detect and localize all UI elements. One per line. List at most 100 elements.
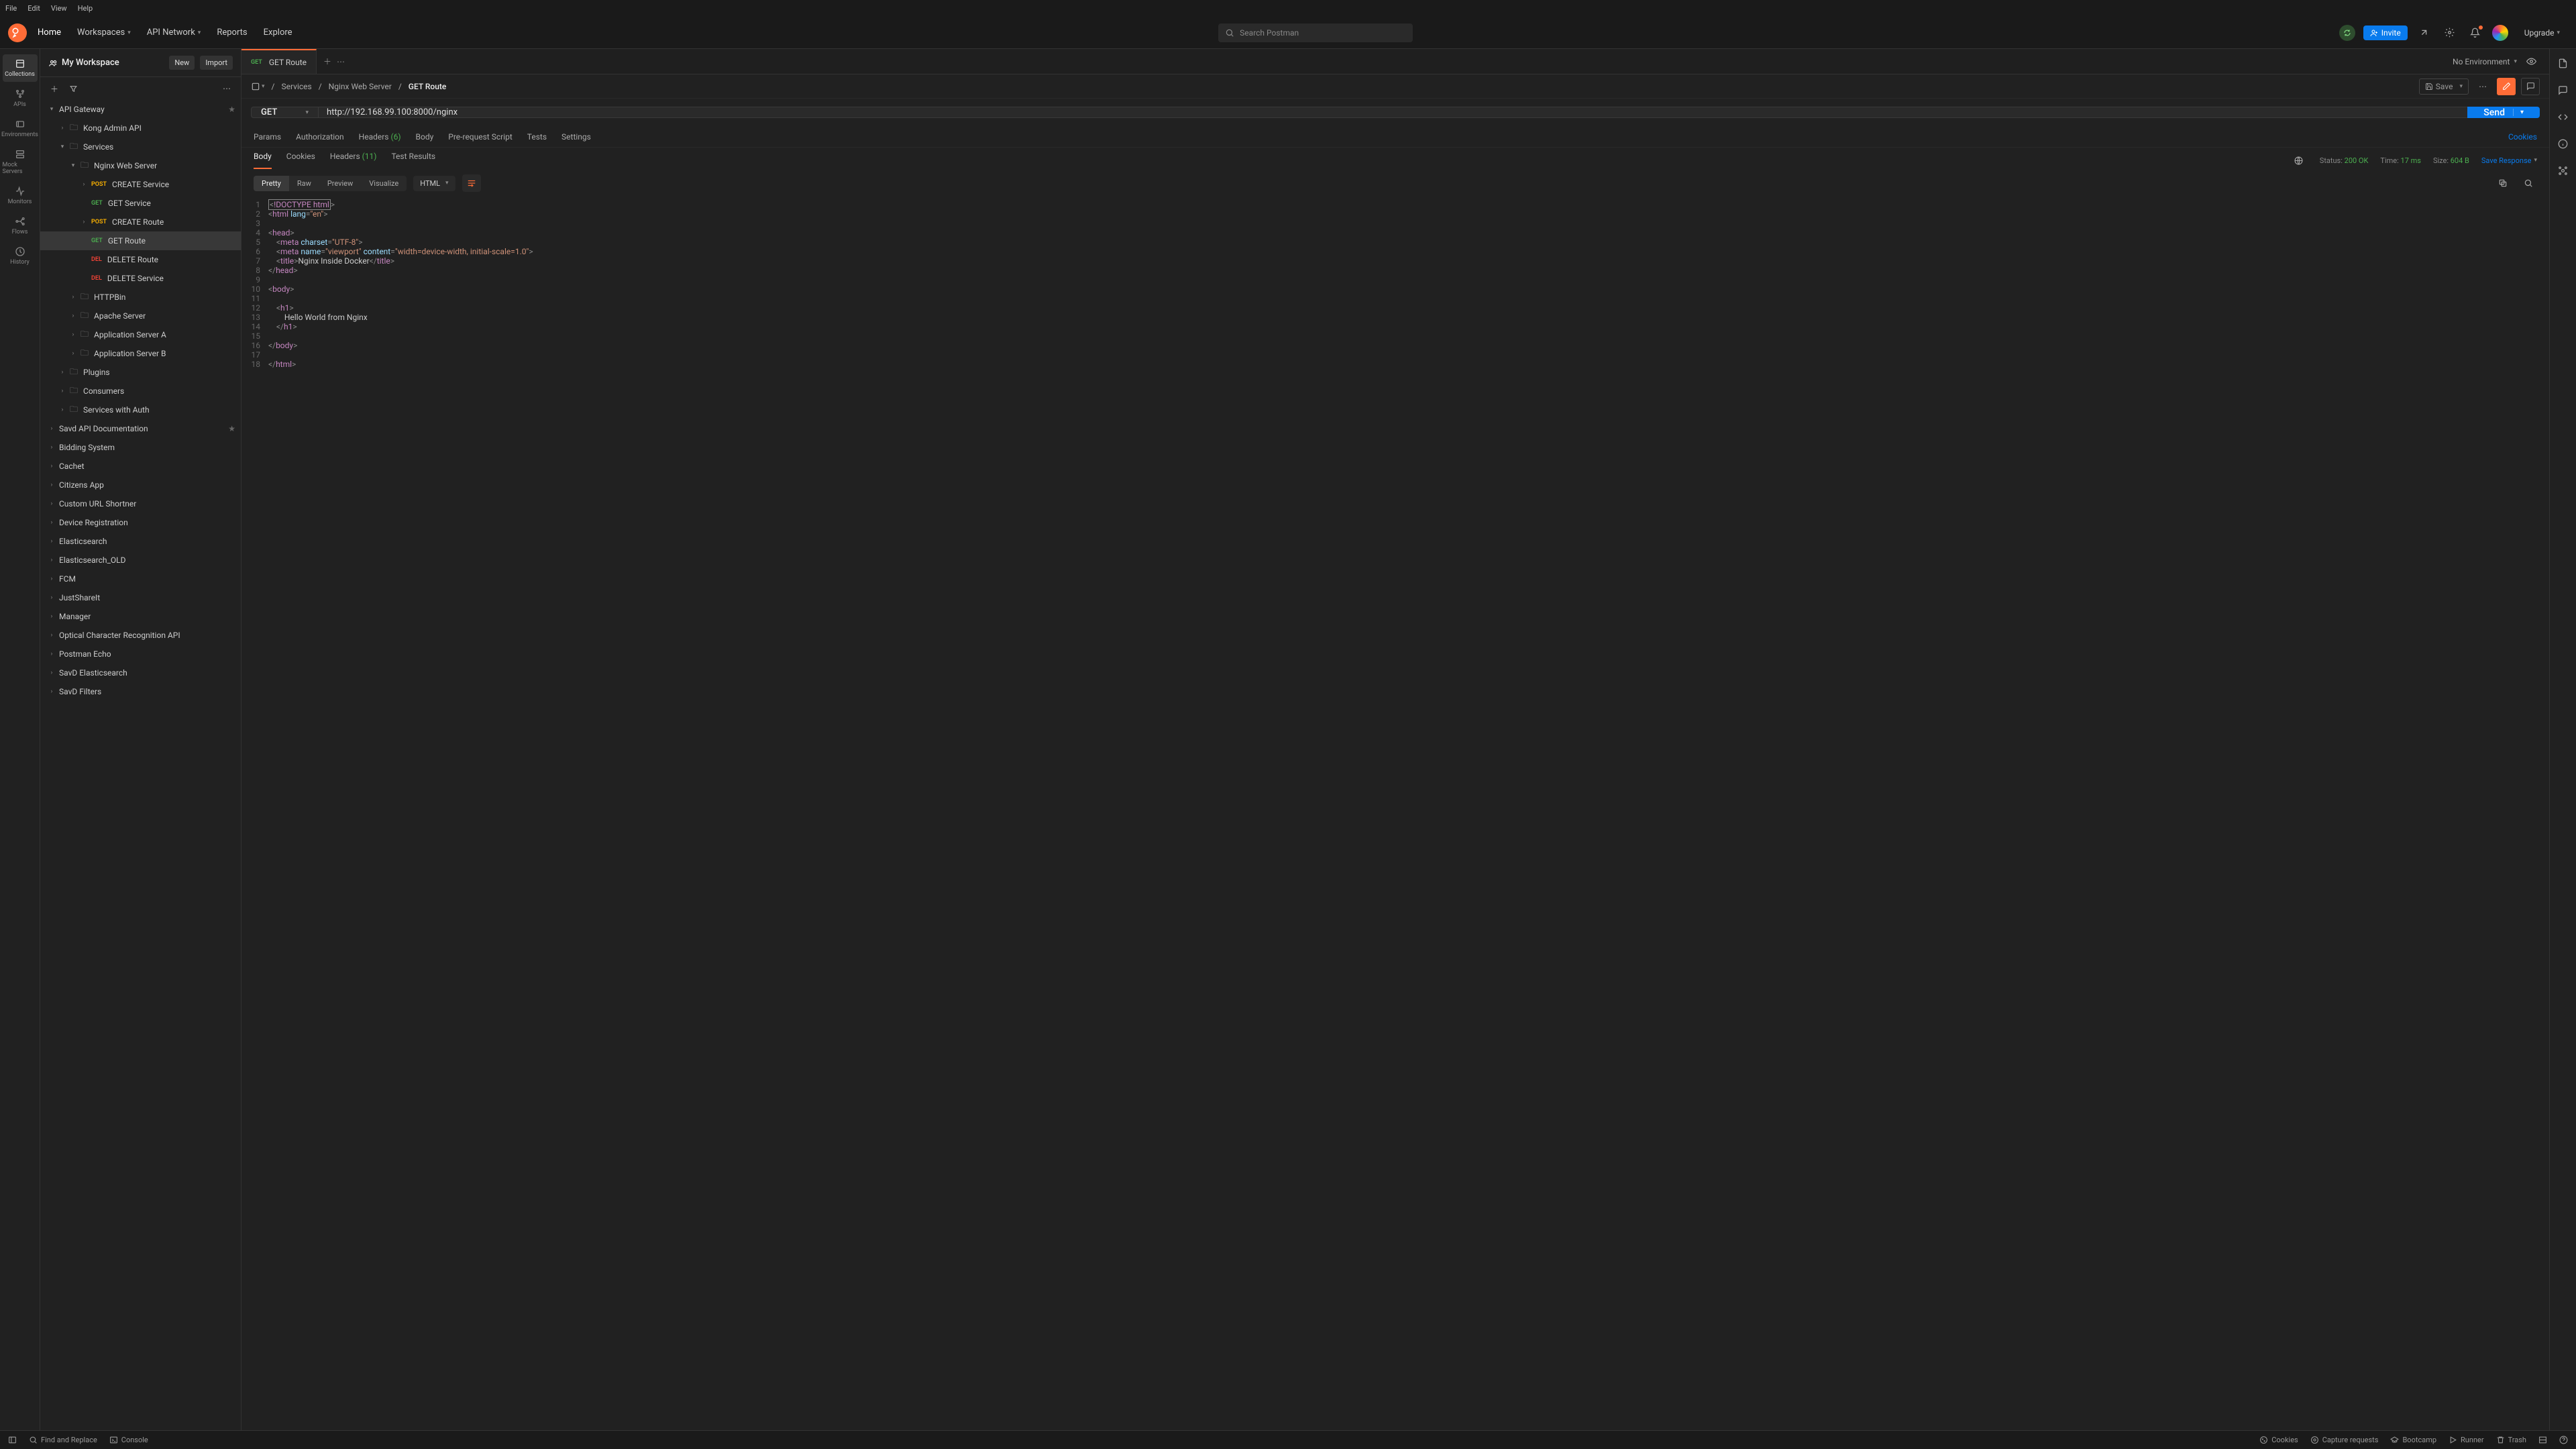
tree-justshareit[interactable]: ›JustShareIt (40, 588, 241, 607)
more-icon[interactable]: ⋯ (221, 80, 233, 97)
tab-settings[interactable]: Settings (561, 132, 591, 142)
rail-mock-servers[interactable]: Mock Servers (3, 145, 38, 179)
tree-create-service[interactable]: ›POSTCREATE Service (40, 175, 241, 194)
menu-view[interactable]: View (51, 4, 67, 13)
tree-savd-filters[interactable]: ›SavD Filters (40, 682, 241, 701)
tab-params[interactable]: Params (254, 132, 281, 142)
menu-file[interactable]: File (5, 4, 17, 13)
nav-home[interactable]: Home (38, 28, 61, 38)
add-icon[interactable]: ＋ (48, 80, 60, 97)
rail-collections[interactable]: Collections (3, 54, 38, 82)
tree-services-auth[interactable]: ›🗀Services with Auth (40, 400, 241, 419)
tree-fcm[interactable]: ›FCM (40, 570, 241, 588)
code-icon[interactable] (2555, 108, 2572, 125)
tree-httpbin[interactable]: ›🗀HTTPBin (40, 288, 241, 307)
workspace-name[interactable]: My Workspace (48, 58, 164, 68)
global-search[interactable]: Search Postman (1218, 23, 1413, 42)
rail-environments[interactable]: Environments (3, 115, 38, 142)
tree-ocr[interactable]: ›Optical Character Recognition API (40, 626, 241, 645)
quick-look-icon[interactable] (2522, 53, 2540, 70)
sb-cookies[interactable]: Cookies (2259, 1436, 2298, 1444)
url-input[interactable] (318, 107, 2468, 118)
tree-device-reg[interactable]: ›Device Registration (40, 513, 241, 532)
tree-elastic-old[interactable]: ›Elasticsearch_OLD (40, 551, 241, 570)
tree-postman-echo[interactable]: ›Postman Echo (40, 645, 241, 663)
view-preview[interactable]: Preview (319, 176, 361, 191)
view-pretty[interactable]: Pretty (254, 176, 289, 191)
sb-help-icon[interactable] (2559, 1436, 2568, 1444)
resp-tab-body[interactable]: Body (254, 152, 272, 169)
sync-icon[interactable] (2339, 25, 2355, 41)
tree-custom-url[interactable]: ›Custom URL Shortner (40, 494, 241, 513)
send-button[interactable]: Send▾ (2467, 107, 2540, 118)
new-tab-icon[interactable]: ＋ (323, 56, 331, 67)
network-icon[interactable] (2290, 152, 2308, 169)
sb-sidebar-toggle[interactable] (8, 1436, 17, 1444)
tree-get-service[interactable]: GETGET Service (40, 194, 241, 213)
response-body[interactable]: 1<!DOCTYPE html> 2<html lang="en"> 3 4<h… (241, 197, 2549, 1430)
settings-icon[interactable] (2441, 24, 2459, 42)
tree-delete-route[interactable]: DELDELETE Route (40, 250, 241, 269)
tree-consumers[interactable]: ›🗀Consumers (40, 382, 241, 400)
tree-kong-admin[interactable]: ›🗀Kong Admin API (40, 119, 241, 138)
tree-savd-elastic[interactable]: ›SavD Elasticsearch (40, 663, 241, 682)
nav-explore[interactable]: Explore (264, 28, 292, 38)
crumb-nginx[interactable]: Nginx Web Server (329, 82, 392, 91)
invite-button[interactable]: Invite (2363, 25, 2408, 40)
star-icon[interactable]: ★ (228, 424, 235, 433)
tree-apache[interactable]: ›🗀Apache Server (40, 307, 241, 325)
tab-authorization[interactable]: Authorization (296, 132, 344, 142)
sb-console[interactable]: Console (109, 1436, 148, 1444)
sb-layout-icon[interactable] (2538, 1436, 2547, 1444)
related-icon[interactable] (2555, 162, 2572, 179)
rail-apis[interactable]: APIs (3, 85, 38, 112)
edit-mode-icon[interactable] (2497, 78, 2516, 95)
menu-edit[interactable]: Edit (28, 4, 40, 13)
postman-logo[interactable] (8, 23, 27, 42)
view-visualize[interactable]: Visualize (361, 176, 407, 191)
tab-body[interactable]: Body (416, 132, 434, 142)
user-avatar[interactable] (2492, 25, 2508, 41)
filter-icon[interactable] (67, 80, 79, 97)
tree-cachet[interactable]: ›Cachet (40, 457, 241, 476)
tree-create-route[interactable]: ›POSTCREATE Route (40, 213, 241, 231)
docs-icon[interactable] (2555, 54, 2572, 72)
nav-reports[interactable]: Reports (217, 28, 247, 38)
tree-savd-api[interactable]: ›Savd API Documentation★ (40, 419, 241, 438)
tree-plugins[interactable]: ›🗀Plugins (40, 363, 241, 382)
comments-icon[interactable] (2555, 81, 2572, 99)
nav-workspaces[interactable]: Workspaces▾ (77, 28, 131, 38)
sb-bootcamp[interactable]: Bootcamp (2390, 1436, 2436, 1444)
tree-app-a[interactable]: ›🗀Application Server A (40, 325, 241, 344)
tree-services[interactable]: ▾🗀Services (40, 138, 241, 156)
save-button[interactable]: Save▾ (2419, 78, 2469, 95)
menu-help[interactable]: Help (78, 4, 93, 13)
method-select[interactable]: GET▾ (251, 107, 318, 118)
crumb-services[interactable]: Services (281, 82, 311, 91)
resp-tab-test-results[interactable]: Test Results (391, 152, 435, 169)
sb-runner[interactable]: Runner (2449, 1436, 2484, 1444)
resp-tab-headers[interactable]: Headers (11) (330, 152, 377, 169)
import-button[interactable]: Import (200, 56, 233, 70)
tree-delete-service[interactable]: DELDELETE Service (40, 269, 241, 288)
wrap-lines-icon[interactable] (462, 174, 481, 192)
tab-tests[interactable]: Tests (527, 132, 547, 142)
sb-capture[interactable]: Capture requests (2310, 1436, 2379, 1444)
info-icon[interactable] (2555, 135, 2572, 152)
sb-find-replace[interactable]: Find and Replace (29, 1436, 97, 1444)
rail-history[interactable]: History (3, 242, 38, 270)
tree-app-b[interactable]: ›🗀Application Server B (40, 344, 241, 363)
view-raw[interactable]: Raw (289, 176, 319, 191)
tree-api-gateway[interactable]: ▾API Gateway★ (40, 100, 241, 119)
tab-prerequest[interactable]: Pre-request Script (448, 132, 512, 142)
rail-flows[interactable]: Flows (3, 212, 38, 239)
save-response[interactable]: Save Response▾ (2481, 156, 2537, 165)
tree-bidding[interactable]: ›Bidding System (40, 438, 241, 457)
tree-elastic[interactable]: ›Elasticsearch (40, 532, 241, 551)
rail-monitors[interactable]: Monitors (3, 182, 38, 209)
request-type-icon[interactable]: ▾ (251, 78, 265, 95)
star-icon[interactable]: ★ (228, 105, 235, 114)
comment-mode-icon[interactable] (2521, 78, 2540, 95)
notifications-icon[interactable] (2467, 24, 2484, 42)
search-response-icon[interactable] (2520, 174, 2537, 192)
